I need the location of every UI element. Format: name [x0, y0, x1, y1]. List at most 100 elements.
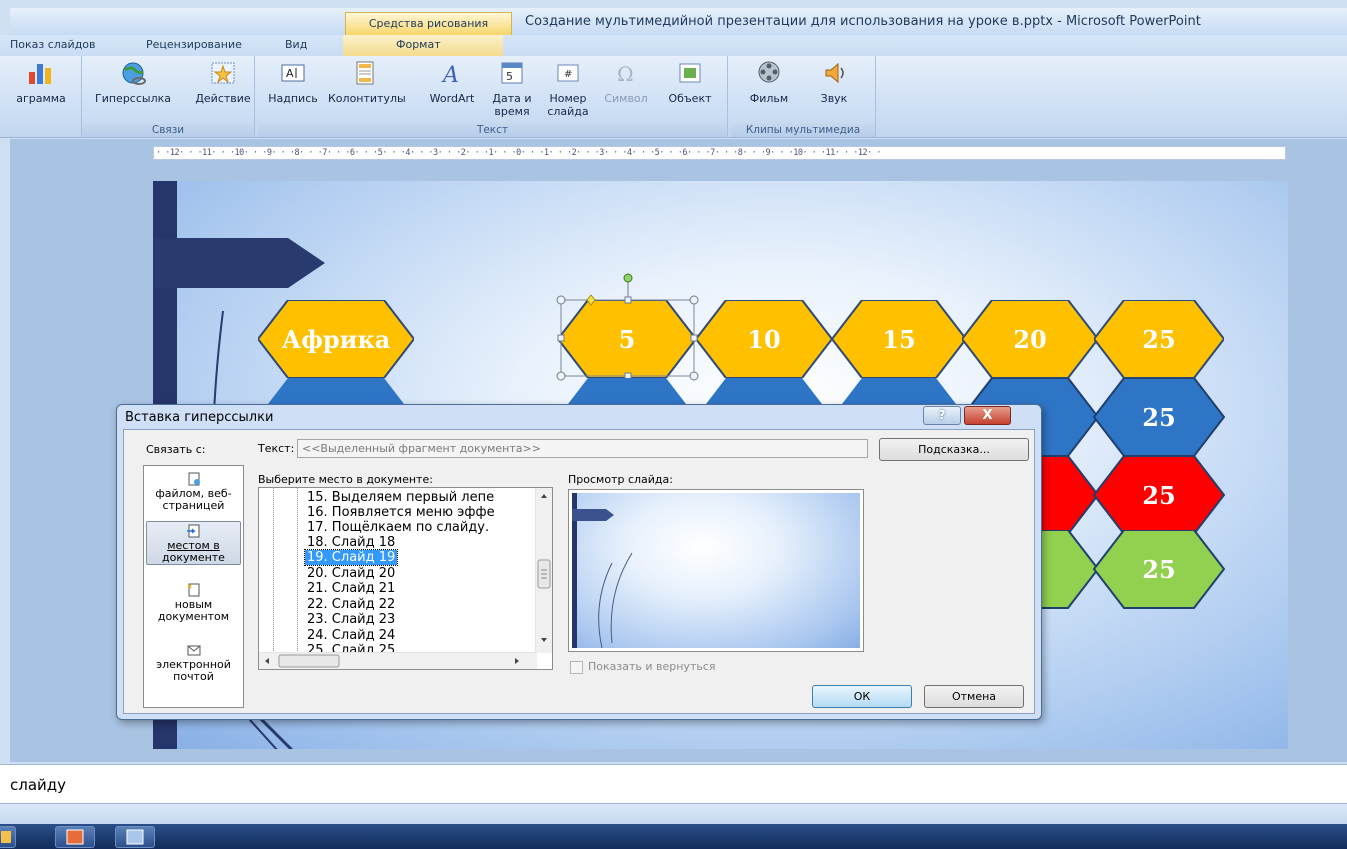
group-media: Фильм Звук Клипы мультимедиа — [731, 56, 876, 138]
sound-button[interactable]: Звук — [809, 60, 859, 105]
drawing-tools-context-tab[interactable]: Средства рисования — [345, 12, 512, 35]
movie-button[interactable]: Фильм — [741, 60, 797, 105]
slide-preview-image — [572, 493, 860, 648]
hex-row2-25-label: 25 — [1142, 402, 1176, 432]
close-button[interactable]: X — [964, 406, 1011, 425]
hex-row4-25[interactable]: 25 — [1094, 530, 1224, 608]
hex-row1-20[interactable]: 20 — [960, 299, 1100, 379]
hex-africa[interactable]: Африка — [256, 299, 416, 379]
taskbar-explorer-icon[interactable] — [0, 826, 16, 848]
hex-row3-25[interactable]: 25 — [1094, 456, 1224, 534]
tree-item-slide-24[interactable]: 24. Слайд 24 — [307, 628, 395, 643]
sound-label: Звук — [820, 92, 848, 105]
hex-row2-25[interactable]: 25 — [1094, 378, 1224, 456]
hex-row1-15[interactable]: 15 — [830, 299, 968, 379]
svg-text:A: A — [286, 67, 294, 80]
tree-item-slide-19-selected[interactable]: 19. Слайд 19 — [303, 549, 399, 566]
tree-item-slide-20[interactable]: 20. Слайд 20 — [307, 566, 395, 581]
group-text: A Надпись Колонтитулы A WordArt 5 Дата и… — [258, 56, 728, 138]
tab-slideshow[interactable]: Показ слайдов — [10, 38, 96, 51]
tree-item-slide-17[interactable]: 17. Пощёлкаем по слайду. — [307, 520, 489, 535]
title-bar: Средства рисования Создание мультимедийн… — [10, 8, 1347, 35]
date-time-button[interactable]: 5 Дата и время — [486, 60, 538, 118]
wordart-button[interactable]: A WordArt — [424, 60, 480, 105]
slide-number-label-2: слайда — [547, 105, 589, 118]
horizontal-ruler: · ·12· · ·11· · ·10· · ·9· · ·8· · ·7· ·… — [153, 146, 1286, 160]
tab-review[interactable]: Рецензирование — [146, 38, 242, 51]
document-places-tree[interactable]: 15. Выделяем первый лепе 16. Появляется … — [258, 487, 553, 670]
tab-format[interactable]: Формат — [396, 38, 441, 51]
tree-item-slide-22[interactable]: 22. Слайд 22 — [307, 597, 395, 612]
chart-button-label: аграмма — [16, 92, 66, 105]
hex-row1-10-label: 10 — [747, 324, 781, 354]
chart-button[interactable]: аграмма — [0, 60, 82, 105]
text-group-label: Текст — [258, 123, 727, 137]
status-bar — [0, 804, 1347, 824]
hex-row1-10[interactable]: 10 — [694, 299, 834, 379]
taskbar-window-icon[interactable] — [115, 826, 155, 848]
dialog-body: Связать с: файлом, веб- страницей местом… — [123, 429, 1035, 714]
tree-item-slide-15[interactable]: 15. Выделяем первый лепе — [307, 490, 494, 505]
hex-row1-15-label: 15 — [882, 324, 916, 354]
hex-africa-label: Африка — [281, 324, 391, 354]
show-and-return-label: Показать и вернуться — [588, 660, 716, 673]
link-option-file-web-line2: страницей — [162, 499, 225, 512]
link-type-panel: файлом, веб- страницей местом в документ… — [143, 465, 244, 708]
chart-icon — [27, 60, 55, 86]
hex-row1-25[interactable]: 25 — [1092, 299, 1226, 379]
tree-guide-line — [273, 488, 274, 653]
tree-item-slide-16[interactable]: 16. Появляется меню эффе — [307, 505, 495, 520]
help-button[interactable]: ? — [923, 406, 961, 425]
wordart-icon: A — [438, 60, 466, 88]
tree-guide-line — [297, 488, 298, 653]
group-illustrations: аграмма — [0, 56, 82, 138]
action-star-icon — [209, 60, 237, 86]
header-footer-label: Колонтитулы — [328, 92, 406, 105]
checkbox-box[interactable] — [570, 660, 583, 674]
hex-row3-25-label: 25 — [1142, 480, 1176, 510]
tree-horizontal-scrollbar[interactable] — [259, 652, 537, 669]
link-option-email[interactable]: электронной почтой — [146, 641, 241, 683]
new-document-icon — [186, 583, 202, 597]
selection-handles[interactable] — [553, 269, 703, 381]
link-option-place-in-document[interactable]: местом в документе — [146, 521, 241, 565]
textbox-button[interactable]: A Надпись — [262, 60, 324, 105]
taskbar-powerpoint-icon[interactable] — [55, 826, 95, 848]
date-time-label-1: Дата и — [492, 92, 532, 105]
link-option-new-line2: документом — [157, 610, 230, 623]
film-reel-icon — [755, 60, 783, 86]
movie-label: Фильм — [749, 92, 789, 105]
link-option-new-document[interactable]: новым документом — [146, 581, 241, 623]
textbox-label: Надпись — [268, 92, 318, 105]
media-group-label: Клипы мультимедиа — [731, 123, 875, 137]
link-text-input[interactable]: <<Выделенный фрагмент документа>> — [297, 439, 868, 458]
window-title: Создание мультимедийной презентации для … — [525, 14, 1201, 29]
object-button[interactable]: Объект — [658, 60, 722, 105]
screentip-button[interactable]: Подсказка... — [879, 438, 1029, 461]
insert-hyperlink-dialog: Вставка гиперссылки ? X Связать с: файло… — [116, 404, 1042, 720]
slide-number-button[interactable]: # Номер слайда — [542, 60, 594, 118]
svg-text:#: # — [564, 69, 572, 80]
show-and-return-checkbox[interactable]: Показать и вернуться — [570, 660, 716, 674]
hyperlink-button[interactable]: Гиперссылка — [88, 60, 178, 105]
ok-button[interactable]: ОК — [812, 685, 912, 708]
notes-text[interactable]: слайду — [10, 776, 66, 794]
tree-item-slide-23[interactable]: 23. Слайд 23 — [307, 612, 395, 627]
link-with-label: Связать с: — [146, 443, 206, 456]
svg-text:A: A — [441, 63, 459, 86]
symbol-button[interactable]: Ω Символ — [598, 60, 654, 105]
hex-row4-25-label: 25 — [1142, 554, 1176, 584]
cancel-button[interactable]: Отмена — [924, 685, 1024, 708]
tree-item-slide-21[interactable]: 21. Слайд 21 — [307, 581, 395, 596]
action-button[interactable]: Действие — [194, 60, 252, 105]
svg-text:5: 5 — [506, 70, 513, 83]
header-footer-button[interactable]: Колонтитулы — [328, 60, 406, 105]
tree-vertical-scrollbar[interactable] — [535, 488, 552, 653]
action-label: Действие — [195, 92, 251, 105]
tab-view[interactable]: Вид — [285, 38, 307, 51]
tree-item-slide-18[interactable]: 18. Слайд 18 — [307, 535, 395, 550]
date-time-label-2: время — [494, 105, 530, 118]
link-option-email-line2: почтой — [173, 670, 214, 683]
notes-pane[interactable]: слайду — [0, 764, 1347, 804]
link-option-file-web[interactable]: файлом, веб- страницей — [146, 470, 241, 512]
